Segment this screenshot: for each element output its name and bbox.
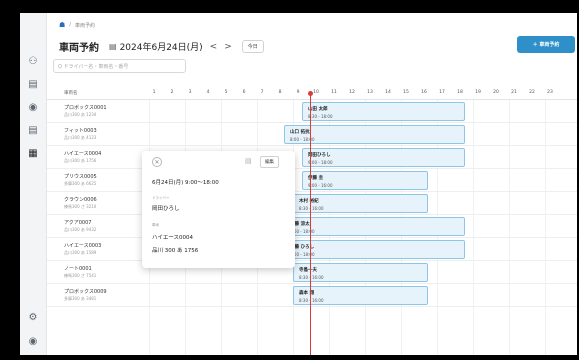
hour-label: 15 <box>403 90 409 95</box>
reservation-block[interactable]: 伊藤 圭 9:00 - 16:00 <box>302 171 428 190</box>
reservation-driver: 山口 拓抗 <box>290 130 310 135</box>
calendar-icon[interactable]: ▦ <box>25 145 41 161</box>
reservation-block[interactable]: 佐藤 涼太 8:00 - 18:00 <box>284 217 465 236</box>
hour-label: 7 <box>260 90 264 95</box>
vehicle-label: 車両 <box>152 223 159 227</box>
hour-label: 1 <box>152 90 156 95</box>
users-icon[interactable]: ⚇ <box>25 53 41 69</box>
breadcrumb-current: 車両予約 <box>74 22 95 29</box>
reservation-block[interactable]: 木村 裕紀 8:30 - 16:00 <box>293 194 428 213</box>
current-time-marker <box>308 91 313 96</box>
app-window: ⚇ ▤ ◉ ▤ ▦ ⚙ ◉ ☗ / 車両予約 車両予約 ▤ 2024年6月24日… <box>20 13 577 355</box>
location-icon[interactable]: ◉ <box>25 99 41 115</box>
next-day-button[interactable]: > <box>224 42 232 52</box>
reservation-block[interactable]: 森本 翔 8:30 - 16:00 <box>293 286 428 305</box>
vehicle-name[interactable]: ハイエース0004 <box>64 150 101 157</box>
vehicle-plate-value: 品川 300 あ 1756 <box>152 248 199 254</box>
hour-label: 5 <box>224 90 228 95</box>
title-row: 車両予約 ▤ 2024年6月24日(月) < > 今日 <box>59 39 264 54</box>
today-button[interactable]: 今日 <box>241 40 264 53</box>
vehicle-name[interactable]: プリウス0005 <box>64 173 97 180</box>
main-content: ☗ / 車両予約 車両予約 ▤ 2024年6月24日(月) < > 今日 ＋ 車… <box>47 13 577 355</box>
reservation-block[interactable]: 山田 太郎 8:30 - 18:00 <box>302 102 465 121</box>
hour-label: 3 <box>188 90 192 95</box>
home-icon[interactable]: ☗ <box>59 21 65 29</box>
sidebar: ⚇ ▤ ◉ ▤ ▦ ⚙ ◉ <box>20 13 47 355</box>
vehicle-plate: 練馬300 さ 3210 <box>64 204 97 209</box>
hour-label: 9 <box>296 90 300 95</box>
new-reservation-button[interactable]: ＋ 車両予約 <box>517 36 575 53</box>
hour-label: 12 <box>349 90 355 95</box>
vehicle-plate: 品川300 あ 1589 <box>64 250 97 255</box>
reservation-driver: 森本 翔 <box>299 291 315 296</box>
hour-label: 18 <box>457 90 463 95</box>
vehicle-name[interactable]: プロボックス0009 <box>64 288 107 295</box>
document-icon[interactable]: ▤ <box>25 122 41 138</box>
page-title: 車両予約 <box>59 43 99 54</box>
hour-label: 11 <box>331 90 337 95</box>
reservation-time: 8:30 - 16:00 <box>299 298 324 303</box>
vehicle-plate: 練馬300 さ 7541 <box>64 273 97 278</box>
car-icon[interactable]: ▤ <box>25 76 41 92</box>
vehicle-plate: 多摩300 あ 3481 <box>64 296 97 301</box>
close-icon[interactable]: ✕ <box>152 157 162 167</box>
hour-label: 21 <box>511 90 517 95</box>
breadcrumb: ☗ / 車両予約 <box>59 21 95 29</box>
reservation-datetime: 6月24日(月) 9:00〜18:00 <box>152 180 219 186</box>
reservation-time: 8:30 - 16:00 <box>299 275 324 280</box>
hour-label: 13 <box>367 90 373 95</box>
reservation-block[interactable]: 佐藤 ひろし 8:00 - 18:00 <box>284 240 465 259</box>
vehicle-plate: 品川300 あ 1234 <box>64 112 97 117</box>
vehicle-name-value: ハイエース0004 <box>152 235 194 241</box>
vehicle-name[interactable]: クラウン0006 <box>64 196 97 203</box>
hour-label: 8 <box>278 90 282 95</box>
reservation-block[interactable]: 山口 拓抗 8:00 - 18:00 <box>284 125 465 144</box>
hour-label: 16 <box>421 90 427 95</box>
hour-label: 22 <box>529 90 535 95</box>
reservation-driver: 寺島一夫 <box>299 268 317 273</box>
reservation-block[interactable]: 寺島一夫 8:30 - 16:00 <box>293 263 428 282</box>
hour-label: 14 <box>385 90 391 95</box>
vehicle-name[interactable]: ハイエース0003 <box>64 242 101 249</box>
driver-label: ドライバー <box>152 196 170 200</box>
current-date[interactable]: 2024年6月24日(月) <box>120 40 203 53</box>
reservation-block[interactable]: 岡田ひろし 9:00 - 18:00 <box>302 148 465 167</box>
reservation-time: 8:30 - 18:00 <box>308 114 333 119</box>
hour-label: 6 <box>242 90 246 95</box>
search-input[interactable]: Q ドライバー名・車両名・番号 <box>53 59 186 73</box>
hour-label: 19 <box>475 90 481 95</box>
driver-value: 岡田ひろし <box>152 206 180 212</box>
hour-label: 20 <box>493 90 499 95</box>
calendar-picker-icon[interactable]: ▤ <box>109 42 117 51</box>
trash-icon[interactable]: ▤ <box>245 157 252 165</box>
reservation-driver: 木村 裕紀 <box>299 199 319 204</box>
vehicle-plate: 品川300 あ 9432 <box>64 227 97 232</box>
vehicle-plate: 品川300 あ 1756 <box>64 158 97 163</box>
hour-label: 4 <box>206 90 210 95</box>
reservation-time: 9:00 - 18:00 <box>308 160 333 165</box>
vehicle-name[interactable]: アクア0007 <box>64 219 91 226</box>
hour-label: 2 <box>170 90 174 95</box>
vehicle-plate: 品川300 あ 4123 <box>64 135 97 140</box>
edit-button[interactable]: 編集 <box>260 156 279 168</box>
vehicle-column-header: 車両名 <box>64 91 78 96</box>
hour-label: 17 <box>439 90 445 95</box>
current-time-line <box>310 93 311 355</box>
search-placeholder: Q ドライバー名・車両名・番号 <box>58 63 129 70</box>
vehicle-plate: 多摩300 あ 6625 <box>64 181 97 186</box>
account-icon[interactable]: ◉ <box>25 333 41 349</box>
vehicle-name[interactable]: ノート0001 <box>64 265 92 272</box>
hour-label: 23 <box>547 90 553 95</box>
prev-day-button[interactable]: < <box>210 42 218 52</box>
vehicle-name[interactable]: フィット0003 <box>64 127 97 134</box>
vehicle-name[interactable]: プロボックス0001 <box>64 104 107 111</box>
reservation-detail-popup: ✕ ▤ 編集 6月24日(月) 9:00〜18:00 ドライバー 岡田ひろし 車… <box>142 151 295 268</box>
reservation-time: 9:00 - 16:00 <box>308 183 333 188</box>
gear-icon[interactable]: ⚙ <box>25 309 41 325</box>
reservation-driver: 岡田ひろし <box>308 153 331 158</box>
reservation-time: 8:30 - 16:00 <box>299 206 324 211</box>
